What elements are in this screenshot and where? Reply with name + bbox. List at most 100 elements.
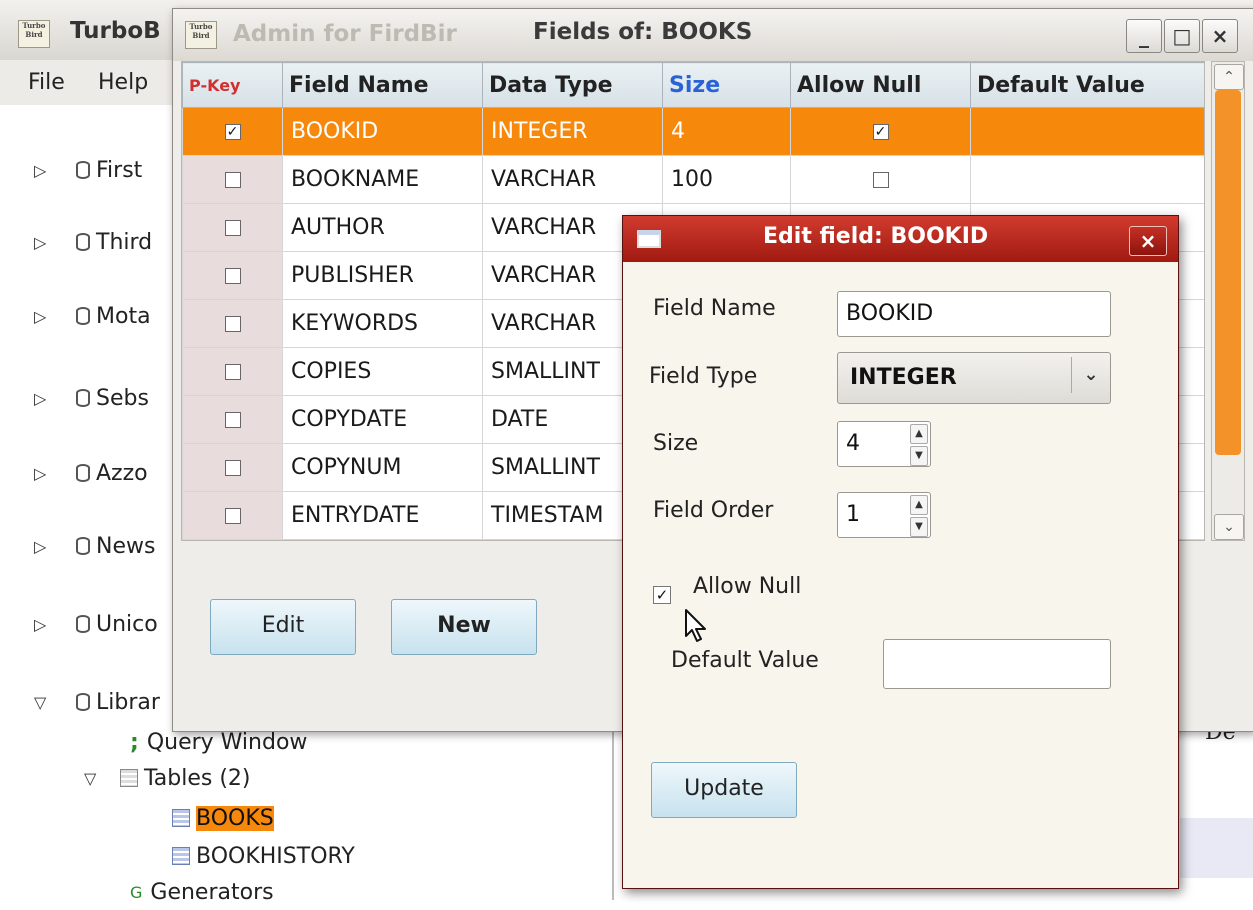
close-button[interactable]: × [1202,19,1238,53]
table-icon [172,847,190,865]
update-button[interactable]: Update [651,762,797,818]
field-order-stepper[interactable]: ▲ ▼ [910,495,928,537]
pkey-checkbox[interactable] [224,412,241,428]
spin-down-icon[interactable]: ▼ [910,517,928,537]
table-row[interactable]: ✓ BOOKID INTEGER 4 ✓ [182,107,1204,156]
field-name-cell[interactable]: BOOKID [282,107,483,156]
pkey-checkbox[interactable] [224,316,241,332]
collapsed-arrow-icon[interactable]: ▷ [34,537,56,556]
spin-up-icon[interactable]: ▲ [910,424,928,444]
tree-item-database[interactable]: ▷ Sebs [34,380,149,416]
collapsed-arrow-icon[interactable]: ▷ [34,615,56,634]
pkey-checkbox[interactable] [224,172,241,188]
field-order-value: 1 [846,502,860,527]
field-name-cell[interactable]: COPIES [282,347,483,396]
table-row[interactable]: BOOKNAME VARCHAR 100 [182,155,1204,204]
menu-file[interactable]: File [28,70,65,95]
edit-button[interactable]: Edit [210,599,356,655]
column-header-allow-null[interactable]: Allow Null [790,62,971,108]
field-name-cell[interactable]: COPYDATE [282,395,483,444]
size-cell[interactable]: 100 [662,155,791,204]
field-name-cell[interactable]: AUTHOR [282,203,483,252]
collapsed-arrow-icon[interactable]: ▷ [34,233,56,252]
tree-item-database[interactable]: ▷ News [34,528,155,564]
tree-item-database[interactable]: ▷ Mota [34,298,151,334]
tree-item-tables[interactable]: ▽ Tables (2) [84,760,251,796]
column-header-pkey[interactable]: P-Key [182,62,283,108]
column-header-default-value[interactable]: Default Value [970,62,1204,108]
default-value-input[interactable] [883,639,1111,689]
allow-null-label[interactable]: Allow Null [693,574,801,599]
pkey-checkbox[interactable]: ✓ [224,124,241,140]
tree-item-database[interactable]: ▷ Third [34,224,152,260]
grid-scrollbar[interactable]: ⌃ ⌄ [1211,61,1245,541]
dialog-close-button[interactable]: × [1129,226,1167,256]
default-value-cell[interactable] [970,155,1204,204]
window-icon [637,230,661,248]
allow-null-checkbox[interactable]: ✓ [653,586,671,604]
collapsed-arrow-icon[interactable]: ▷ [34,464,56,483]
default-value-cell[interactable] [970,107,1204,156]
tree-item-database[interactable]: ▷ First [34,152,142,188]
pkey-cell[interactable] [182,203,283,252]
tree-item-database[interactable]: ▽ Librar [34,684,160,720]
scroll-up-icon[interactable]: ⌃ [1214,64,1244,90]
pkey-checkbox[interactable] [224,460,241,476]
allow-null-cell[interactable] [790,155,971,204]
pkey-checkbox[interactable] [224,508,241,524]
tree-item-table-books[interactable]: BOOKS [172,800,274,836]
field-name-cell[interactable]: KEYWORDS [282,299,483,348]
new-button[interactable]: New [391,599,537,655]
pkey-cell[interactable] [182,155,283,204]
field-name-input[interactable]: BOOKID [837,291,1111,337]
tree-item-generators[interactable]: G Generators [130,874,274,910]
edit-field-dialog: Edit field: BOOKID × Field Name BOOKID F… [622,215,1179,889]
tree-item-database[interactable]: ▷ Azzo [34,455,148,491]
pkey-checkbox[interactable] [224,268,241,284]
column-header-field-name[interactable]: Field Name [282,62,483,108]
pkey-cell[interactable] [182,443,283,492]
field-order-spinbox[interactable]: 1 ▲ ▼ [837,492,931,538]
spin-up-icon[interactable]: ▲ [910,495,928,515]
tree-item-table-bookhistory[interactable]: BOOKHISTORY [172,838,355,874]
allow-null-checkbox[interactable]: ✓ [872,124,889,140]
field-name-cell[interactable]: COPYNUM [282,443,483,492]
column-header-size[interactable]: Size [662,62,791,108]
collapsed-arrow-icon[interactable]: ▷ [34,389,56,408]
size-spinbox[interactable]: 4 ▲ ▼ [837,421,931,467]
tables-icon [120,769,138,787]
expanded-arrow-icon[interactable]: ▽ [34,693,56,712]
minimize-button[interactable]: _ [1126,19,1162,53]
size-cell[interactable]: 4 [662,107,791,156]
field-type-select[interactable]: INTEGER ⌄ [837,352,1111,404]
allow-null-checkbox[interactable] [872,172,889,188]
tree-item-database[interactable]: ▷ Unico [34,606,158,642]
data-type-cell[interactable]: VARCHAR [482,155,663,204]
expand-arrow-icon[interactable]: ▽ [84,769,106,788]
pkey-cell[interactable] [182,299,283,348]
column-header-data-type[interactable]: Data Type [482,62,663,108]
field-name-cell[interactable]: ENTRYDATE [282,491,483,540]
scroll-down-icon[interactable]: ⌄ [1214,514,1244,540]
field-name-cell[interactable]: BOOKNAME [282,155,483,204]
menu-help[interactable]: Help [98,70,148,95]
tree-item-label: Third [96,229,153,255]
field-name-cell[interactable]: PUBLISHER [282,251,483,300]
collapsed-arrow-icon[interactable]: ▷ [34,307,56,326]
pkey-cell[interactable]: ✓ [182,107,283,156]
scrollbar-thumb[interactable] [1215,90,1241,455]
pkey-checkbox[interactable] [224,220,241,236]
maximize-button[interactable]: □ [1164,19,1200,53]
spin-down-icon[interactable]: ▼ [910,446,928,466]
data-type-cell[interactable]: INTEGER [482,107,663,156]
allow-null-cell[interactable]: ✓ [790,107,971,156]
pkey-cell[interactable] [182,251,283,300]
pkey-checkbox[interactable] [224,364,241,380]
pkey-cell[interactable] [182,395,283,444]
size-stepper[interactable]: ▲ ▼ [910,424,928,466]
pkey-cell[interactable] [182,491,283,540]
pkey-cell[interactable] [182,347,283,396]
chevron-down-icon[interactable]: ⌄ [1071,357,1110,393]
collapsed-arrow-icon[interactable]: ▷ [34,161,56,180]
tree-item-label: Unico [96,611,158,637]
